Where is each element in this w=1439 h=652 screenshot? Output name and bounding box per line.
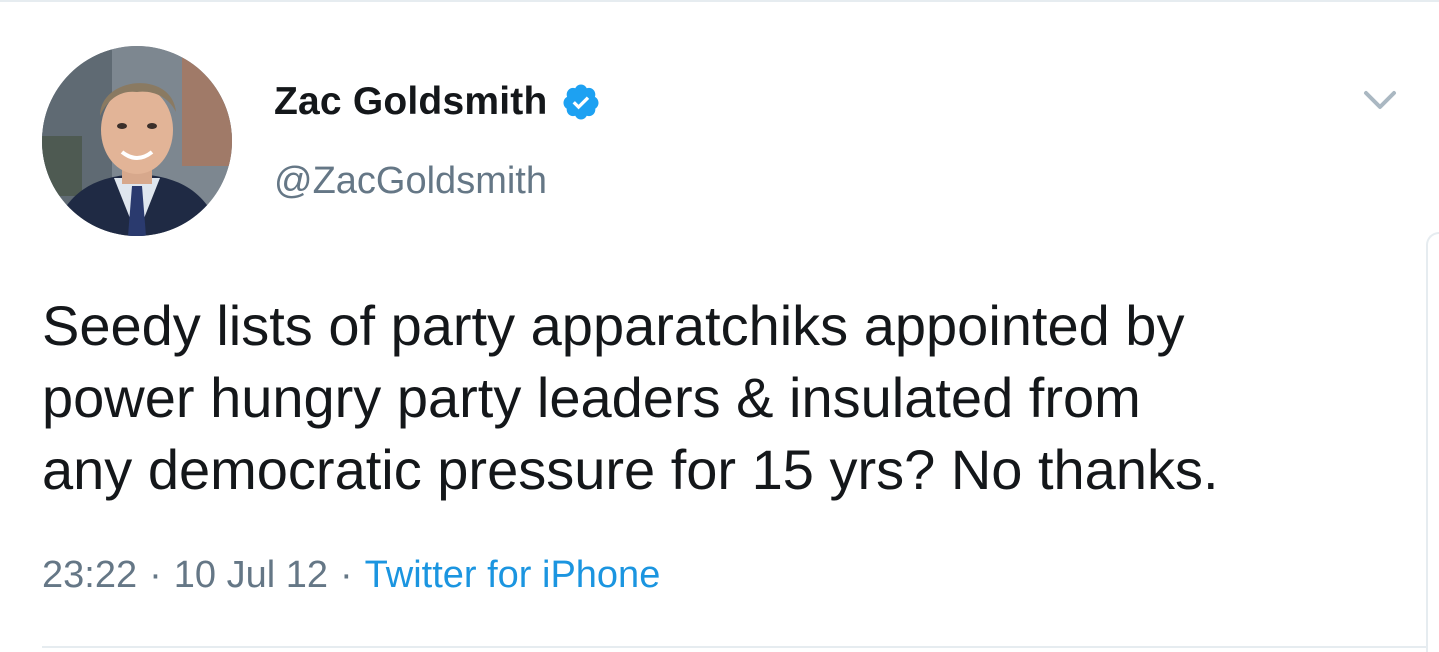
tweet-source-link[interactable]: Twitter for iPhone <box>365 554 661 597</box>
meta-separator: · <box>149 554 162 596</box>
author-row: Zac Goldsmith <box>274 74 601 130</box>
verified-badge-icon <box>563 84 599 120</box>
tweet-time[interactable]: 23:22 <box>42 554 137 597</box>
display-name[interactable]: Zac Goldsmith <box>274 80 547 124</box>
chevron-down-icon[interactable] <box>1360 80 1400 120</box>
avatar[interactable] <box>42 46 232 236</box>
author-handle[interactable]: @ZacGoldsmith <box>274 160 547 203</box>
tweet-card: Zac Goldsmith @ZacGoldsmith Seedy lists … <box>0 0 1439 652</box>
meta-separator: · <box>339 554 353 596</box>
tweet-text: Seedy lists of party apparatchiks appoin… <box>42 294 1219 501</box>
adjacent-panel-edge <box>1426 232 1439 652</box>
tweet-date[interactable]: 10 Jul 12 <box>174 554 328 597</box>
bottom-divider <box>42 646 1426 648</box>
tweet-meta: 23:22 · 10 Jul 12 · Twitter for iPhone <box>42 554 660 597</box>
avatar-photo <box>42 46 232 236</box>
